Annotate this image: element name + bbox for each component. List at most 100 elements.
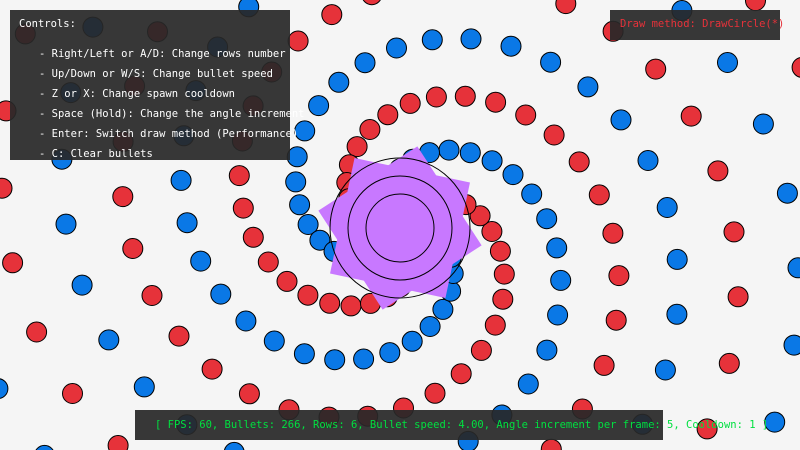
bullet — [484, 314, 506, 336]
control-clear: - C: Clear bullets — [39, 148, 153, 160]
bullet — [210, 283, 232, 305]
bullet — [379, 342, 401, 364]
bullet — [257, 251, 279, 273]
draw-method-panel: Draw method: DrawCircle(*) — [610, 10, 784, 40]
draw-method-label: Draw method: DrawCircle(*) — [620, 18, 785, 30]
bullet — [238, 383, 260, 405]
bullet — [71, 274, 93, 296]
bullet — [55, 213, 77, 235]
bullet — [717, 52, 738, 73]
bullet — [223, 441, 245, 450]
bullet — [470, 339, 492, 361]
bullet — [438, 139, 460, 161]
bullet — [201, 358, 223, 380]
bullet — [718, 352, 740, 374]
bullet — [536, 208, 558, 230]
bullet — [421, 29, 443, 51]
bullet — [637, 150, 659, 171]
bullet — [122, 238, 144, 259]
bullet — [321, 4, 343, 26]
bullet — [425, 86, 447, 108]
bullet — [324, 349, 346, 371]
bullet — [791, 57, 800, 78]
bullet — [502, 164, 524, 186]
bullet — [190, 250, 212, 272]
bullet — [399, 92, 421, 114]
bullet — [346, 136, 368, 158]
bullet — [354, 52, 376, 74]
bullet — [608, 265, 630, 287]
bullet — [787, 257, 800, 279]
bullet — [489, 240, 511, 262]
bullet — [98, 329, 120, 351]
bullet — [26, 321, 48, 343]
bullet — [454, 85, 476, 107]
bullet — [112, 186, 134, 208]
stats-label: [ FPS: 60, Bullets: 266, Rows: 6, Bullet… — [155, 419, 769, 431]
bullet — [170, 169, 192, 191]
bullet — [547, 304, 569, 326]
bullet — [328, 71, 350, 93]
bullet — [602, 222, 624, 244]
bullet — [515, 104, 537, 126]
bullet — [493, 263, 515, 285]
control-rows: - Right/Left or A/D: Change rows number — [39, 48, 286, 60]
bullet — [500, 35, 522, 57]
bullet — [555, 0, 577, 15]
bullet — [680, 105, 702, 127]
bullet — [656, 197, 678, 218]
bullet — [168, 325, 190, 347]
bullet — [485, 91, 507, 113]
bullet — [353, 348, 375, 370]
bullet — [593, 354, 615, 376]
bullet — [752, 113, 774, 135]
bullet — [588, 184, 610, 206]
bullet — [319, 292, 341, 314]
bullet — [133, 376, 155, 398]
bullet — [377, 104, 399, 126]
bullet — [359, 119, 381, 140]
bullet — [289, 194, 311, 216]
bullet — [419, 316, 441, 337]
bullet — [450, 363, 472, 385]
bullet — [666, 303, 688, 325]
bullet — [401, 330, 423, 352]
controls-title: Controls: — [19, 18, 76, 30]
stats-panel: [ FPS: 60, Bullets: 266, Rows: 6, Bullet… — [135, 410, 768, 440]
bullet — [228, 165, 250, 187]
bullet — [776, 182, 798, 204]
bullet — [517, 373, 539, 395]
bullet — [605, 309, 627, 331]
bullet — [543, 124, 565, 146]
bullet — [492, 288, 514, 310]
bullet — [432, 298, 454, 320]
bullet — [62, 383, 83, 404]
bullet — [235, 310, 257, 332]
bullet — [242, 226, 264, 248]
bullet — [521, 183, 543, 205]
bullet — [540, 438, 562, 450]
bullet — [141, 285, 163, 306]
bullet — [783, 334, 800, 356]
bullet — [286, 146, 308, 168]
bullet — [2, 252, 24, 274]
bullet — [232, 197, 254, 219]
bullet — [297, 284, 319, 306]
control-cooldown: - Z or X: Change spawn cooldown — [39, 88, 235, 100]
bullet — [287, 30, 309, 52]
control-angle: - Space (Hold): Change the angle increme… — [39, 108, 305, 120]
bullet — [727, 286, 749, 308]
bullet — [654, 359, 676, 381]
control-speed: - Up/Down or W/S: Change bullet speed — [39, 68, 273, 80]
bullet — [723, 221, 745, 243]
bullet — [481, 150, 503, 172]
bullet — [666, 248, 688, 270]
bullet — [386, 37, 407, 59]
bullet — [107, 435, 129, 450]
bullet — [340, 295, 362, 317]
bullet — [176, 212, 198, 234]
bullet — [540, 51, 562, 73]
bullet — [0, 177, 13, 199]
bullet — [536, 339, 558, 361]
bullet — [645, 58, 667, 80]
